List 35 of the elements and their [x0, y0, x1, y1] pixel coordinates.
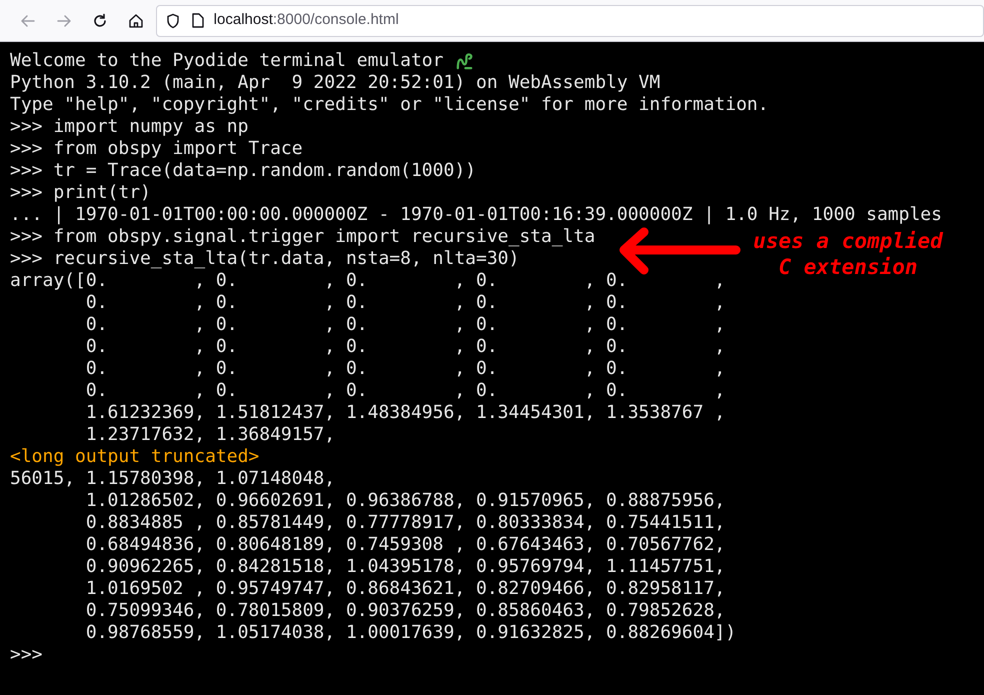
output-line: 0.8834885 , 0.85781449, 0.77778917, 0.80333834, 0.75441511,	[84, 512, 726, 534]
page-icon	[192, 13, 204, 28]
command-line: >>> from obspy import Trace	[10, 138, 303, 160]
command-line: >>> tr = Trace(data=np.random.random(1000))	[10, 160, 476, 182]
output-line: 0. , 0. , 0. , 0. , 0. ,	[84, 380, 726, 402]
home-button[interactable]	[128, 12, 144, 28]
command-line: >>> import numpy as np	[10, 116, 248, 138]
output-line: 0.75099346, 0.78015809, 0.90376259, 0.85860463, 0.79852628,	[84, 600, 726, 622]
output-line: 1.23717632, 1.36849157,	[84, 424, 336, 446]
command-line: >>> recursive_sta_lta(tr.data, nsta=8, nlta=30)	[10, 248, 520, 270]
output-line: 1.61232369, 1.51812437, 1.48384956, 1.34454301, 1.3538767 ,	[84, 402, 726, 424]
output-line: 0.68494836, 0.80648189, 0.7459308 , 0.67643463, 0.70567762,	[84, 534, 726, 556]
command-line: >>> from obspy.signal.trigger import recursive_sta_lta	[10, 226, 596, 248]
command-line: >>>	[10, 644, 43, 666]
output-line: array([0. , 0. , 0. , 0. , 0. ,	[10, 270, 726, 292]
output-line: 0. , 0. , 0. , 0. , 0. ,	[84, 314, 726, 336]
output-line: 56015, 1.15780398, 1.07148048,	[10, 468, 336, 490]
output-line: Python 3.10.2 (main, Apr 9 2022 20:52:01) on WebAssembly VM	[10, 72, 660, 94]
output-line: Type "help", "copyright", "credits" or "license" for more information.	[10, 94, 769, 116]
output-line: 0.98768559, 1.05174038, 1.00017639, 0.91632825, 0.88269604])	[84, 622, 736, 644]
output-line: 0. , 0. , 0. , 0. , 0. ,	[84, 358, 726, 380]
output-line: 1.0169502 , 0.95749747, 0.86843621, 0.82709466, 0.82958117,	[84, 578, 726, 600]
url-text: localhost:8000/console.html	[214, 10, 399, 30]
output-line: Welcome to the Pyodide terminal emulator	[10, 50, 444, 72]
output-line: 0. , 0. , 0. , 0. , 0. ,	[84, 336, 726, 358]
shield-icon	[166, 12, 180, 28]
output-line: 1.01286502, 0.96602691, 0.96386788, 0.91570965, 0.88875956,	[84, 490, 726, 512]
annotation-text: uses a complied C extension	[752, 228, 944, 280]
command-line: >>> print(tr)	[10, 182, 151, 204]
reload-button[interactable]	[92, 12, 108, 28]
output-line: ... | 1970-01-01T00:00:00.000000Z - 1970-01-01T00:16:39.000000Z | 1.0 Hz, 1000 samples	[10, 204, 942, 226]
output-line: 0.90962265, 0.84281518, 1.04395178, 0.95769794, 1.11457751,	[84, 556, 726, 578]
output-line: 0. , 0. , 0. , 0. , 0. ,	[84, 292, 726, 314]
address-bar[interactable]: localhost:8000/console.html	[156, 4, 984, 36]
truncation-notice: <long output truncated>	[10, 446, 260, 468]
